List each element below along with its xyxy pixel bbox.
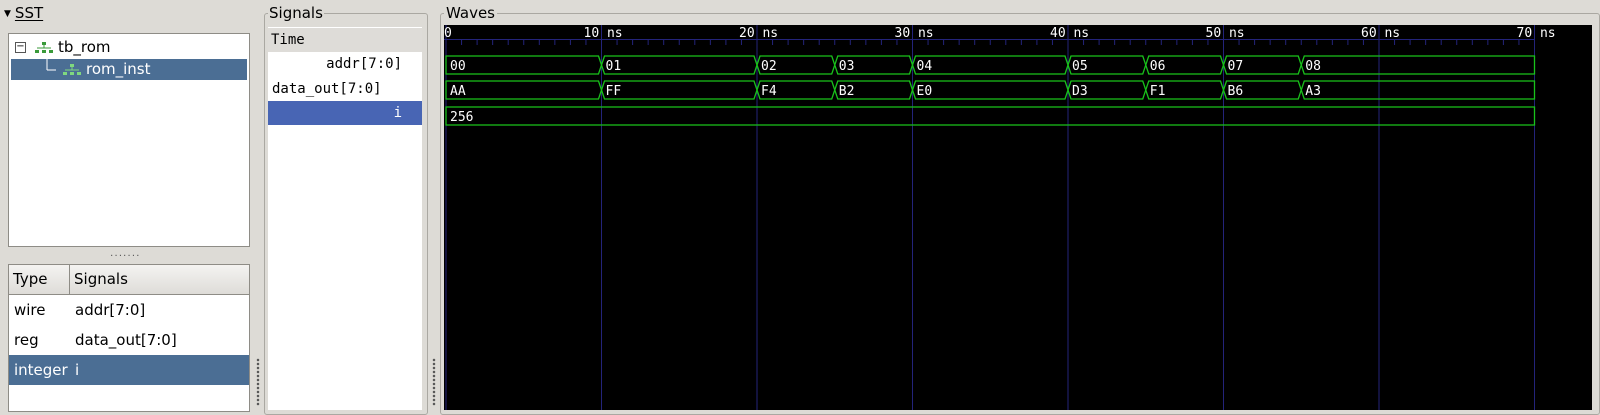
- time-label: 30 ns: [895, 26, 934, 41]
- time-label: 50 ns: [1206, 26, 1245, 41]
- sst-header[interactable]: ▼ SST: [4, 4, 43, 22]
- bus-value: E0: [917, 84, 933, 99]
- table-header: Type Signals: [9, 265, 249, 295]
- time-label: 0: [444, 26, 452, 41]
- tree-item-label: rom_inst: [86, 60, 151, 78]
- splitter-handle[interactable]: [256, 358, 260, 406]
- bus-value: 02: [761, 59, 777, 74]
- signals-title: Signals: [268, 4, 324, 22]
- signal-label: i: [393, 105, 402, 121]
- row-type: wire: [14, 301, 46, 319]
- module-icon: [35, 42, 53, 53]
- bus-value: 01: [606, 59, 622, 74]
- bus-value: 06: [1150, 59, 1166, 74]
- table-row[interactable]: reg data_out[7:0]: [9, 325, 249, 355]
- column-header-signals[interactable]: Signals: [74, 265, 128, 294]
- time-label: 40 ns: [1050, 26, 1089, 41]
- table-row[interactable]: wire addr[7:0]: [9, 295, 249, 325]
- signal-label: addr[7:0]: [326, 56, 402, 72]
- tree-expander-minus-icon[interactable]: −: [15, 42, 26, 53]
- module-icon: [63, 64, 81, 75]
- bus-value: FF: [606, 84, 622, 99]
- tree-connector-icon: [46, 59, 56, 71]
- splitter-handle[interactable]: [432, 358, 436, 406]
- waveform-canvas[interactable]: 0 10 ns 20 ns 30 ns 40 ns 50 ns 60 ns 70 ns 00 01…: [444, 25, 1592, 410]
- bus-value: 256: [450, 110, 473, 125]
- bus-value: 03: [839, 59, 855, 74]
- time-label: 70 ns: [1517, 26, 1556, 41]
- sst-title: SST: [14, 4, 44, 22]
- bus-value: 07: [1228, 59, 1244, 74]
- table-row-selected[interactable]: integer i: [9, 355, 249, 385]
- signal-label: Time: [271, 32, 305, 48]
- tree-item-label: tb_rom: [58, 38, 111, 56]
- row-signal: i: [75, 361, 80, 379]
- signal-row-addr[interactable]: addr[7:0]: [268, 52, 422, 76]
- bus-value: F1: [1150, 84, 1166, 99]
- bus-value: B6: [1228, 84, 1244, 99]
- signal-row-i[interactable]: i: [268, 101, 422, 125]
- signal-row-data-out[interactable]: data_out[7:0]: [268, 77, 422, 101]
- signals-list[interactable]: Time addr[7:0] data_out[7:0] i: [268, 27, 422, 410]
- bus-value: B2: [839, 84, 855, 99]
- row-type: integer: [14, 361, 68, 379]
- column-divider[interactable]: [69, 265, 70, 294]
- row-signal: data_out[7:0]: [75, 331, 177, 349]
- tree-item-tb-rom[interactable]: − tb_rom: [9, 37, 249, 58]
- bus-value: A3: [1305, 84, 1321, 99]
- bus-value: 08: [1305, 59, 1321, 74]
- column-header-type[interactable]: Type: [13, 265, 47, 294]
- time-label: 60 ns: [1361, 26, 1400, 41]
- signal-row-time[interactable]: Time: [268, 28, 422, 52]
- waves-title: Waves: [444, 4, 497, 22]
- collapse-triangle-icon[interactable]: ▼: [4, 9, 11, 19]
- bus-value: 00: [450, 59, 466, 74]
- bus-value: F4: [761, 84, 777, 99]
- pane-splitter-grip[interactable]: ․․․․․․․: [110, 248, 140, 259]
- row-signal: addr[7:0]: [75, 301, 146, 319]
- time-label: 20 ns: [739, 26, 778, 41]
- row-type: reg: [14, 331, 39, 349]
- bus-value: AA: [450, 84, 466, 99]
- bus-value: 05: [1072, 59, 1088, 74]
- signal-type-table[interactable]: Type Signals wire addr[7:0] reg data_out…: [8, 264, 250, 412]
- tree-item-rom-inst[interactable]: rom_inst: [11, 59, 247, 80]
- bus-value: 04: [917, 59, 933, 74]
- hierarchy-tree[interactable]: − tb_rom rom_inst: [8, 33, 250, 247]
- wave-background: [444, 25, 1592, 410]
- bus-value: D3: [1072, 84, 1088, 99]
- time-label: 10 ns: [584, 26, 623, 41]
- signal-label: data_out[7:0]: [272, 81, 382, 97]
